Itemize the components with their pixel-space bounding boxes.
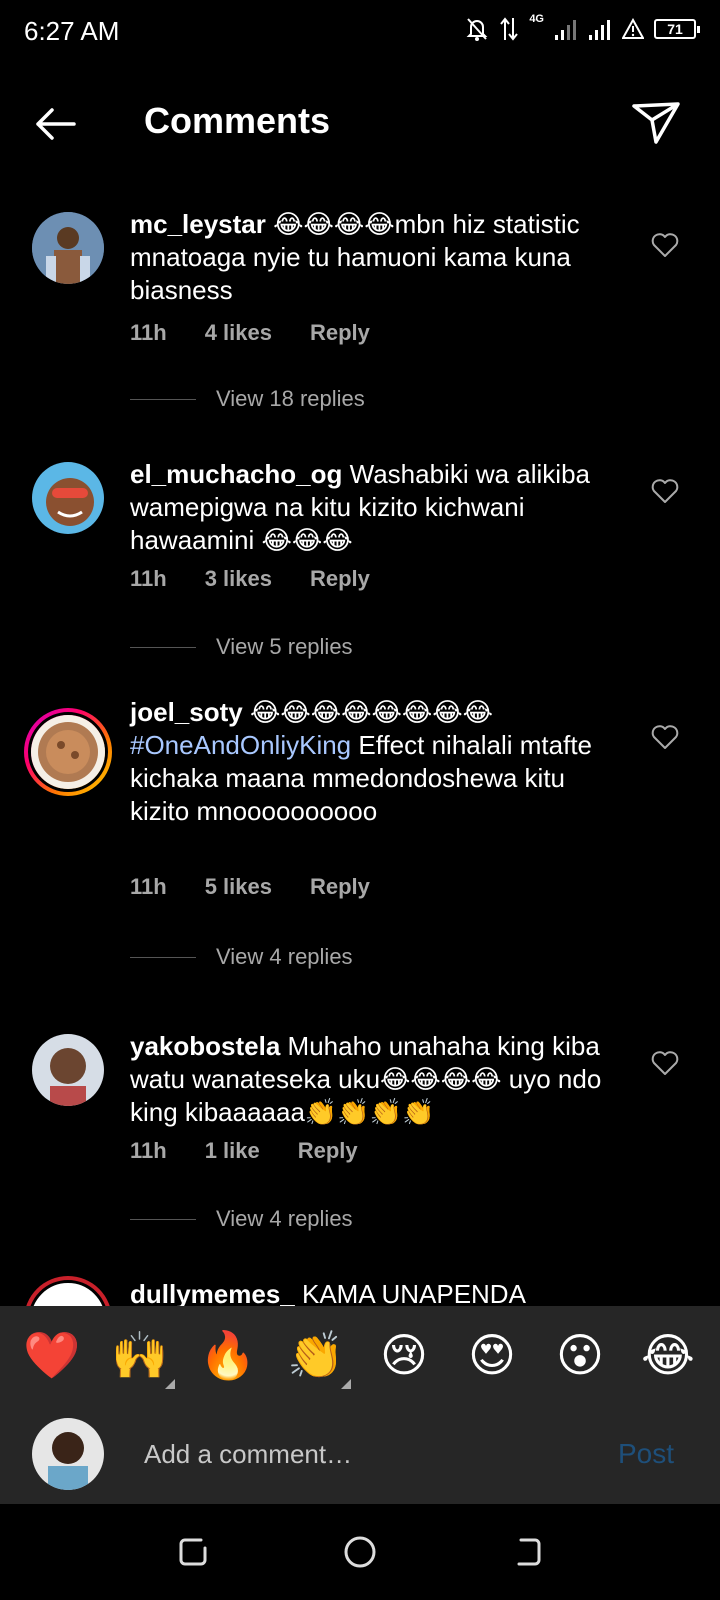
status-time: 6:27 AM bbox=[24, 16, 120, 46]
divider-line bbox=[130, 646, 196, 648]
heart-icon[interactable] bbox=[650, 230, 680, 260]
comment-input[interactable] bbox=[144, 1434, 594, 1474]
comment-text: mc_leystar 😂😂😂😂mbn hiz statistic mnatoag… bbox=[130, 208, 620, 307]
back-arrow-icon[interactable] bbox=[28, 96, 84, 152]
avatar[interactable] bbox=[32, 462, 104, 534]
page-title: Comments bbox=[144, 100, 331, 141]
comment-meta: 11h 1 like Reply bbox=[130, 1138, 358, 1164]
reply-button[interactable]: Reply bbox=[310, 320, 370, 346]
view-replies-button[interactable]: View 4 replies bbox=[130, 944, 353, 970]
alert-icon bbox=[622, 18, 644, 39]
signal-icon-1 bbox=[555, 20, 576, 40]
reply-button[interactable]: Reply bbox=[310, 874, 370, 900]
back-nav-icon[interactable] bbox=[507, 1532, 547, 1572]
comment-meta: 11h 4 likes Reply bbox=[130, 320, 370, 346]
system-nav-bar bbox=[0, 1504, 720, 1600]
comment-item: dullymemes_ KAMA UNAPENDA bbox=[0, 1276, 720, 1306]
divider-line bbox=[130, 398, 196, 400]
reaction-clap-button[interactable]: 👏 bbox=[281, 1328, 351, 1389]
user-avatar bbox=[32, 1418, 104, 1490]
notifications-off-icon bbox=[466, 18, 488, 41]
avatar-photo bbox=[32, 1418, 104, 1490]
avatar-photo bbox=[31, 715, 105, 789]
reaction-heart-eyes-button[interactable]: 😍 bbox=[457, 1328, 527, 1382]
comment-username[interactable]: yakobostela bbox=[130, 1031, 280, 1061]
comment-time: 11h bbox=[130, 320, 167, 345]
comment-body-start: 😂😂😂😂😂😂😂😂 bbox=[249, 697, 493, 727]
reaction-fire-button[interactable]: 🔥 bbox=[193, 1328, 263, 1383]
comment-text: joel_soty 😂😂😂😂😂😂😂😂 #OneAndOnliyKing Effe… bbox=[130, 696, 620, 828]
comment-likes[interactable]: 3 likes bbox=[205, 566, 272, 592]
comment-username[interactable]: el_muchacho_og bbox=[130, 459, 342, 489]
view-replies-button[interactable]: View 4 replies bbox=[130, 1206, 353, 1232]
heart-icon[interactable] bbox=[650, 1048, 680, 1078]
send-direct-icon[interactable] bbox=[628, 94, 684, 150]
divider-line bbox=[130, 1218, 196, 1220]
battery-icon: 71 bbox=[654, 19, 700, 39]
comment-time: 11h bbox=[130, 874, 167, 899]
view-replies-label: View 4 replies bbox=[216, 944, 353, 969]
comment-text: yakobostela Muhaho unahaha king kiba wat… bbox=[130, 1030, 620, 1129]
comment-likes[interactable]: 4 likes bbox=[205, 320, 272, 346]
skin-tone-indicator bbox=[165, 1378, 175, 1389]
comment-time: 11h bbox=[130, 566, 167, 591]
reaction-raised-hands-button[interactable]: 🙌 bbox=[105, 1328, 175, 1389]
status-bar: 6:27 AM 4G 71 bbox=[0, 0, 720, 64]
data-transfer-icon bbox=[500, 17, 519, 41]
comment-body: KAMA UNAPENDA bbox=[301, 1279, 526, 1306]
view-replies-button[interactable]: View 5 replies bbox=[130, 634, 353, 660]
avatar-photo bbox=[32, 212, 104, 284]
skin-tone-indicator bbox=[341, 1378, 351, 1389]
comment-text: dullymemes_ KAMA UNAPENDA bbox=[130, 1278, 620, 1306]
status-icons: 4G 71 bbox=[465, 13, 700, 42]
comment-meta: 11h 5 likes Reply bbox=[130, 874, 370, 900]
signal-icon-2 bbox=[589, 20, 610, 40]
reaction-emoji: 🙌 bbox=[111, 1328, 169, 1381]
network-type: 4G bbox=[529, 13, 544, 25]
avatar-story-ring[interactable] bbox=[24, 708, 112, 796]
comment-username[interactable]: mc_leystar bbox=[130, 209, 266, 239]
post-button[interactable]: Post bbox=[618, 1438, 674, 1470]
reaction-crying-button[interactable]: 😢 bbox=[369, 1328, 439, 1382]
comment-username[interactable]: dullymemes_ bbox=[130, 1279, 295, 1306]
avatar-photo bbox=[32, 462, 104, 534]
reaction-emoji: 👏 bbox=[287, 1328, 345, 1381]
comment-username[interactable]: joel_soty bbox=[130, 697, 243, 727]
hashtag-link[interactable]: #OneAndOnliyKing bbox=[130, 730, 351, 760]
recent-apps-icon[interactable] bbox=[173, 1532, 213, 1572]
header: Comments bbox=[0, 80, 720, 164]
home-icon[interactable] bbox=[340, 1532, 380, 1572]
view-replies-label: View 4 replies bbox=[216, 1206, 353, 1231]
reply-button[interactable]: Reply bbox=[310, 566, 370, 592]
view-replies-button[interactable]: View 18 replies bbox=[130, 386, 365, 412]
heart-icon[interactable] bbox=[650, 722, 680, 752]
comment-likes[interactable]: 1 like bbox=[205, 1138, 260, 1164]
avatar[interactable] bbox=[32, 212, 104, 284]
comment-text: el_muchacho_og Washabiki wa alikiba wame… bbox=[130, 458, 620, 557]
view-replies-label: View 18 replies bbox=[216, 386, 365, 411]
reply-button[interactable]: Reply bbox=[298, 1138, 358, 1164]
heart-icon[interactable] bbox=[650, 476, 680, 506]
avatar-photo bbox=[32, 1034, 104, 1106]
comment-meta: 11h 3 likes Reply bbox=[130, 566, 370, 592]
comment-likes[interactable]: 5 likes bbox=[205, 874, 272, 900]
comment-input-bar: Post bbox=[0, 1404, 720, 1504]
reaction-heart-button[interactable]: ❤️ bbox=[17, 1328, 87, 1383]
reaction-laughing-button[interactable]: 😂 bbox=[633, 1328, 703, 1382]
battery-level: 71 bbox=[667, 21, 683, 37]
avatar[interactable] bbox=[32, 1034, 104, 1106]
comment-time: 11h bbox=[130, 1138, 167, 1163]
reaction-surprised-button[interactable]: 😮 bbox=[545, 1328, 615, 1382]
divider-line bbox=[130, 956, 196, 958]
view-replies-label: View 5 replies bbox=[216, 634, 353, 659]
quick-reaction-bar: ❤️ 🙌 🔥 👏 😢 😍 😮 😂 bbox=[0, 1306, 720, 1404]
avatar-story-ring[interactable] bbox=[24, 1276, 112, 1306]
